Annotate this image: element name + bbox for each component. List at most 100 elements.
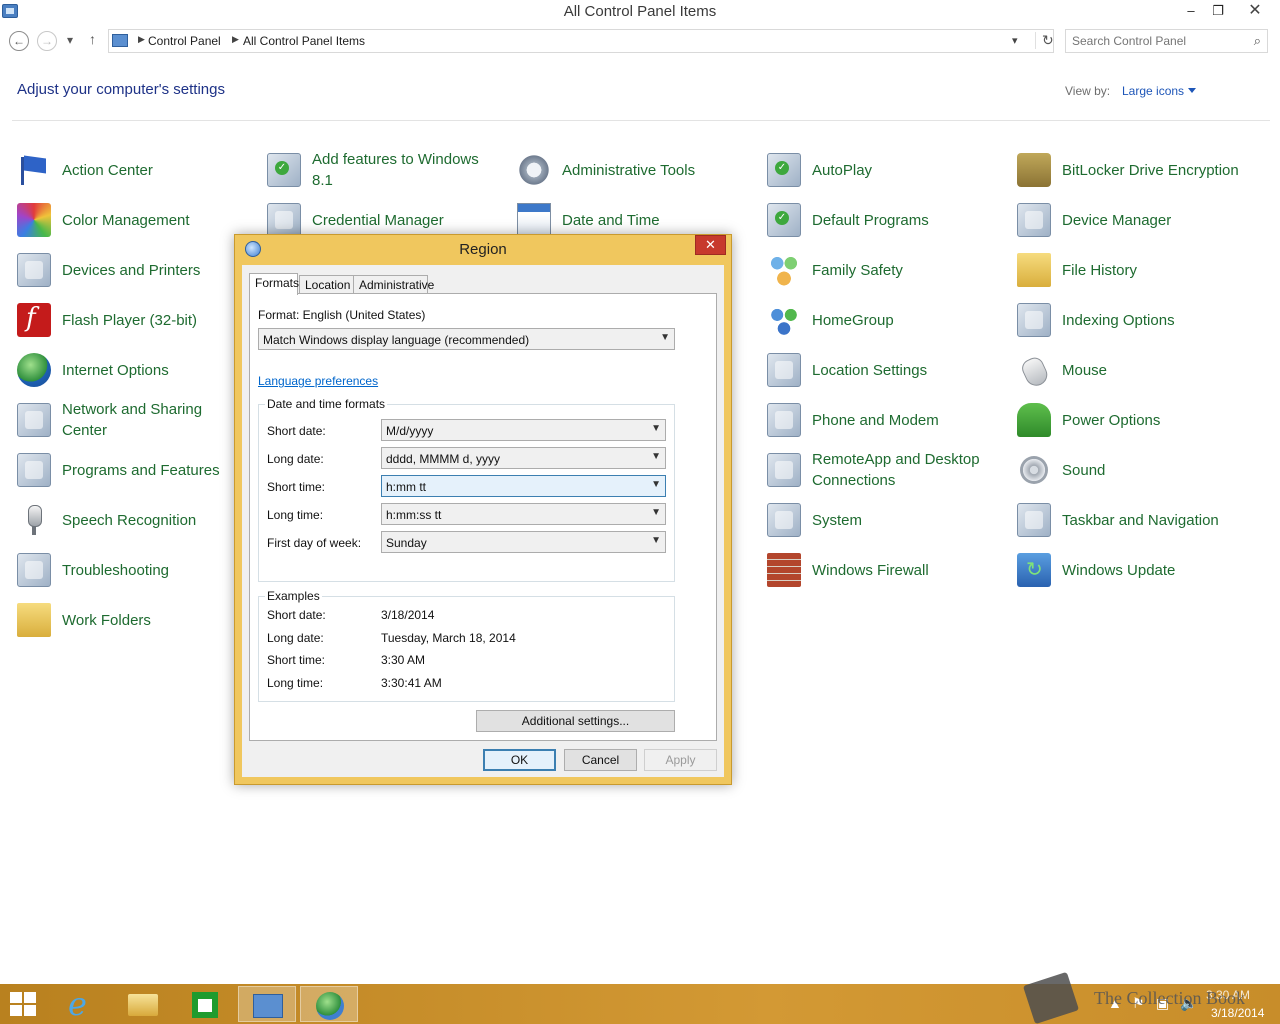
dialog-close-button[interactable]: ✕ <box>695 235 726 255</box>
short-time-select[interactable]: h:mm tt ▼ <box>381 475 666 497</box>
cp-item-label: BitLocker Drive Encryption <box>1062 161 1239 179</box>
short-date-value: M/d/yyyy <box>386 424 434 438</box>
tab-formats[interactable]: Formats <box>249 273 299 295</box>
cp-item-bitlocker[interactable]: BitLocker Drive Encryption <box>1017 148 1257 192</box>
power-icon <box>1017 403 1051 437</box>
cp-item-power-options[interactable]: Power Options <box>1017 398 1257 442</box>
breadcrumb-all-items[interactable]: All Control Panel Items <box>243 34 365 48</box>
start-button[interactable] <box>0 986 58 1022</box>
format-select[interactable]: Match Windows display language (recommen… <box>258 328 675 350</box>
cp-item-work-folders[interactable]: Work Folders <box>17 598 257 642</box>
cp-item-programs-features[interactable]: Programs and Features <box>17 448 257 492</box>
apply-button[interactable]: Apply <box>644 749 717 771</box>
close-button[interactable]: ✕ <box>1240 0 1270 22</box>
cp-item-label: File History <box>1062 261 1138 279</box>
region-globe-icon <box>316 992 344 1020</box>
first-day-value: Sunday <box>386 536 427 550</box>
cp-item-location-settings[interactable]: Location Settings <box>767 348 1007 392</box>
flash-icon <box>17 303 51 337</box>
cp-item-device-manager[interactable]: Device Manager <box>1017 198 1257 242</box>
cp-item-network-sharing[interactable]: Network and Sharing Center <box>17 398 257 442</box>
cp-item-label: Windows Update <box>1062 561 1176 579</box>
cp-item-taskbar-navigation[interactable]: Taskbar and Navigation <box>1017 498 1257 542</box>
cp-item-label: RemoteApp and Desktop Connections <box>812 451 980 489</box>
example-long-date-value: Tuesday, March 18, 2014 <box>381 631 516 645</box>
taskbar-region[interactable] <box>300 986 358 1022</box>
cp-item-label: Add features to Windows 8.1 <box>312 151 479 189</box>
search-input[interactable] <box>1072 34 1242 48</box>
cp-item-homegroup[interactable]: HomeGroup <box>767 298 1007 342</box>
cp-item-windows-update[interactable]: Windows Update <box>1017 548 1257 592</box>
internet-options-icon <box>17 353 51 387</box>
minimize-button[interactable]: ‒ <box>1177 0 1205 22</box>
date-time-formats-title: Date and time formats <box>265 397 388 411</box>
back-button[interactable]: ← <box>9 31 29 51</box>
short-time-value: h:mm tt <box>386 480 427 494</box>
cp-item-remoteapp[interactable]: RemoteApp and Desktop Connections <box>767 448 1007 492</box>
cp-item-add-features[interactable]: Add features to Windows 8.1 <box>267 148 507 192</box>
search-icon[interactable]: ⌕ <box>1254 33 1261 49</box>
cp-item-phone-and-modem[interactable]: Phone and Modem <box>767 398 1007 442</box>
language-preferences-link[interactable]: Language preferences <box>258 374 378 388</box>
cp-item-mouse[interactable]: Mouse <box>1017 348 1257 392</box>
cp-item-windows-firewall[interactable]: Windows Firewall <box>767 548 1007 592</box>
cancel-button[interactable]: Cancel <box>564 749 637 771</box>
cp-item-flash-player[interactable]: Flash Player (32-bit) <box>17 298 257 342</box>
cp-item-devices-and-printers[interactable]: Devices and Printers <box>17 248 257 292</box>
view-by-label: View by: <box>1065 84 1111 98</box>
cp-item-label: Phone and Modem <box>812 411 939 429</box>
cp-item-label: Color Management <box>62 211 190 229</box>
cp-item-autoplay[interactable]: AutoPlay <box>767 148 1007 192</box>
long-time-select[interactable]: h:mm:ss tt ▼ <box>381 503 666 525</box>
credential-manager-icon <box>267 203 301 237</box>
tab-administrative[interactable]: Administrative <box>353 275 434 294</box>
breadcrumb-separator-icon[interactable]: ▶ <box>232 34 239 45</box>
cp-item-file-history[interactable]: File History <box>1017 248 1257 292</box>
taskbar-file-explorer[interactable] <box>114 986 172 1022</box>
example-short-time-value: 3:30 AM <box>381 653 426 667</box>
search-box[interactable]: ⌕ <box>1065 29 1268 53</box>
cp-item-system[interactable]: System <box>767 498 1007 542</box>
forward-button[interactable]: → <box>37 31 57 51</box>
cp-item-label: HomeGroup <box>812 311 894 329</box>
cp-item-color-management[interactable]: Color Management <box>17 198 257 242</box>
family-safety-icon <box>767 253 801 287</box>
troubleshooting-icon <box>17 553 51 587</box>
long-time-label: Long time: <box>267 508 324 522</box>
address-dropdown-icon[interactable]: ▾ <box>1012 34 1018 47</box>
cp-item-internet-options[interactable]: Internet Options <box>17 348 257 392</box>
refresh-icon[interactable]: ↻ <box>1035 32 1054 49</box>
taskbar-store[interactable] <box>176 986 234 1022</box>
cp-item-sound[interactable]: Sound <box>1017 448 1257 492</box>
long-date-select[interactable]: dddd, MMMM d, yyyy ▼ <box>381 447 666 469</box>
first-day-select[interactable]: Sunday ▼ <box>381 531 666 553</box>
additional-settings-button[interactable]: Additional settings... <box>476 710 675 732</box>
taskbar-control-panel[interactable] <box>238 986 296 1022</box>
color-management-icon <box>17 203 51 237</box>
control-panel-icon <box>253 994 283 1018</box>
breadcrumb-separator-icon[interactable]: ▶ <box>138 34 145 45</box>
cp-item-indexing-options[interactable]: Indexing Options <box>1017 298 1257 342</box>
address-bar[interactable]: ▶ Control Panel ▶ All Control Panel Item… <box>108 29 1054 53</box>
remoteapp-icon <box>767 453 801 487</box>
breadcrumb-control-panel[interactable]: Control Panel <box>148 34 221 48</box>
cp-item-action-center[interactable]: Action Center <box>17 148 257 192</box>
taskbar-internet-explorer[interactable]: e <box>52 986 110 1022</box>
tab-location[interactable]: Location <box>299 275 354 294</box>
indexing-icon <box>1017 303 1051 337</box>
up-button[interactable]: ↑ <box>89 31 96 47</box>
cp-item-troubleshooting[interactable]: Troubleshooting <box>17 548 257 592</box>
maximize-button[interactable]: ❐ <box>1204 0 1232 22</box>
cp-item-speech-recognition[interactable]: Speech Recognition <box>17 498 257 542</box>
ok-button[interactable]: OK <box>483 749 556 771</box>
short-date-select[interactable]: M/d/yyyy ▼ <box>381 419 666 441</box>
cp-item-administrative-tools[interactable]: Administrative Tools <box>517 148 757 192</box>
cp-item-family-safety[interactable]: Family Safety <box>767 248 1007 292</box>
chevron-down-icon: ▼ <box>660 332 670 343</box>
cp-item-default-programs[interactable]: Default Programs <box>767 198 1007 242</box>
recent-locations-button[interactable]: ▾ <box>67 33 73 47</box>
homegroup-icon <box>767 303 801 337</box>
view-by-dropdown[interactable]: Large icons <box>1122 84 1197 98</box>
cp-item-label: Programs and Features <box>62 461 220 479</box>
first-day-label: First day of week: <box>267 536 362 550</box>
